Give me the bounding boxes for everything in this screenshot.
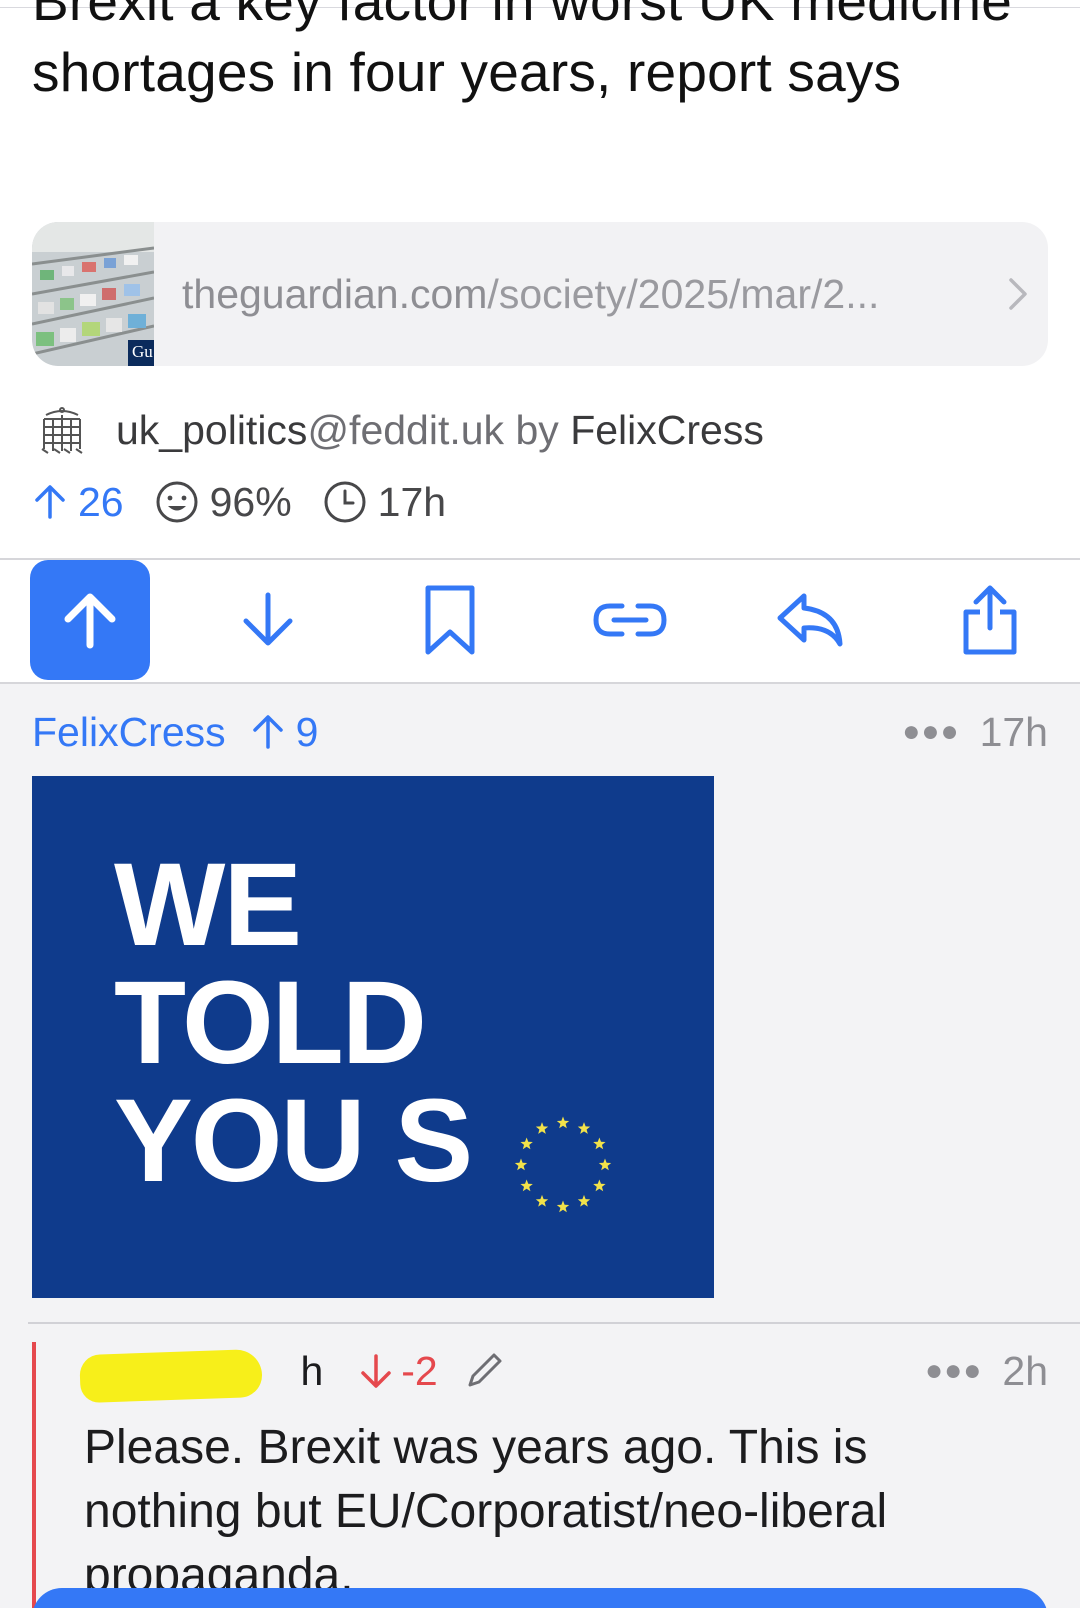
eu-star (520, 1179, 533, 1192)
more-options-icon[interactable]: ●●● (925, 1354, 982, 1388)
comment-header: FelixCress 9 ●●● 17h (32, 704, 1048, 760)
arrow-up-icon (35, 485, 65, 519)
link-icon (593, 603, 667, 637)
upvote-count: 26 (78, 478, 124, 525)
post-age-text: 17h (377, 478, 447, 525)
link-preview-card[interactable]: Gu theguardian.com/society/2025/mar/2... (32, 222, 1048, 366)
thread-depth-bar (32, 1342, 36, 1608)
comment-image[interactable]: WE TOLD YOU S (32, 776, 714, 1298)
bookmark-icon (425, 585, 475, 655)
reply-header: d h -2 ●●● 2h (79, 1342, 1048, 1403)
eu-star (593, 1137, 606, 1150)
reply-icon (777, 593, 843, 647)
comment-age: 17h (979, 708, 1048, 755)
pencil-icon (464, 1351, 504, 1391)
arrow-down-icon (243, 592, 293, 646)
floating-action-bar[interactable] (32, 1588, 1048, 1608)
comment-meta: ●●● 17h (902, 709, 1048, 756)
post-upvote-count: 26 (32, 479, 124, 526)
eu-star (598, 1158, 612, 1171)
eu-star (556, 1200, 570, 1213)
reply-meta: ●●● 2h (925, 1348, 1048, 1395)
post-community-row: uk_politics@feddit.uk by FelixCress (40, 400, 764, 460)
eu-star (535, 1122, 549, 1134)
community-attribution[interactable]: uk_politics@feddit.uk by FelixCress (116, 407, 764, 454)
share-icon (963, 585, 1017, 655)
copy-link-button[interactable] (570, 560, 690, 680)
portcullis-icon (40, 405, 84, 455)
post-age: 17h (322, 479, 446, 526)
arrow-down-icon (361, 1354, 392, 1388)
arrow-up-icon (64, 593, 116, 649)
save-button[interactable] (390, 560, 510, 680)
reply-body: Please. Brexit was years ago. This is no… (84, 1421, 888, 1602)
community-instance: @feddit.uk (307, 406, 505, 453)
post-action-bar (0, 560, 1080, 682)
share-button[interactable] (930, 560, 1050, 680)
eu-star (577, 1194, 591, 1207)
upvote-button[interactable] (30, 560, 150, 680)
reply-age: 2h (1002, 1347, 1048, 1394)
eu-star (520, 1137, 533, 1150)
link-thumbnail: Gu (32, 222, 154, 366)
link-domain: theguardian.com (182, 270, 488, 317)
reply-comment: d h -2 ●●● 2h Please. Brexit was years a… (32, 1342, 1048, 1608)
comment-author[interactable]: FelixCress (32, 709, 226, 756)
smiley-icon (156, 481, 198, 523)
reply-author[interactable]: d h (79, 1348, 323, 1403)
image-line: WE (114, 839, 302, 971)
reply-score: -2 (359, 1347, 438, 1395)
eu-stars-icon (514, 1116, 612, 1213)
thumbnail-badge: Gu (132, 342, 153, 361)
more-options-icon[interactable]: ●●● (902, 715, 959, 749)
eu-star (514, 1158, 528, 1171)
chevron-right-icon (988, 276, 1048, 312)
eu-star (593, 1179, 606, 1192)
comment-score-value: 9 (295, 708, 319, 755)
image-line: YOU S (114, 1075, 473, 1207)
divider (28, 1322, 1080, 1324)
reply-button[interactable] (750, 560, 870, 680)
clock-icon (324, 481, 366, 523)
eu-star (577, 1122, 591, 1134)
reply-score-value: -2 (401, 1347, 438, 1394)
eu-star (556, 1116, 570, 1129)
by-label: by (515, 406, 559, 453)
comment-image-text: WE TOLD YOU S (114, 839, 473, 1207)
eu-star (535, 1194, 549, 1207)
image-line: TOLD (114, 957, 427, 1089)
link-path: /society/2025/mar/2... (487, 270, 880, 317)
upvote-ratio: 96% (209, 478, 292, 525)
community-name[interactable]: uk_politics (116, 407, 307, 453)
arrow-up-icon (252, 715, 283, 749)
post-author[interactable]: FelixCress (570, 407, 764, 453)
post-stats: 26 96% 17h (32, 474, 476, 530)
redaction-mark (79, 1348, 263, 1403)
post-title[interactable]: Brexit a key factor in worst UK medicine… (32, 0, 1042, 108)
link-url[interactable]: theguardian.com/society/2025/mar/2... (182, 271, 988, 318)
downvote-button[interactable] (208, 560, 328, 680)
post-upvote-ratio: 96% (154, 479, 292, 526)
comment-score: 9 (250, 708, 319, 756)
